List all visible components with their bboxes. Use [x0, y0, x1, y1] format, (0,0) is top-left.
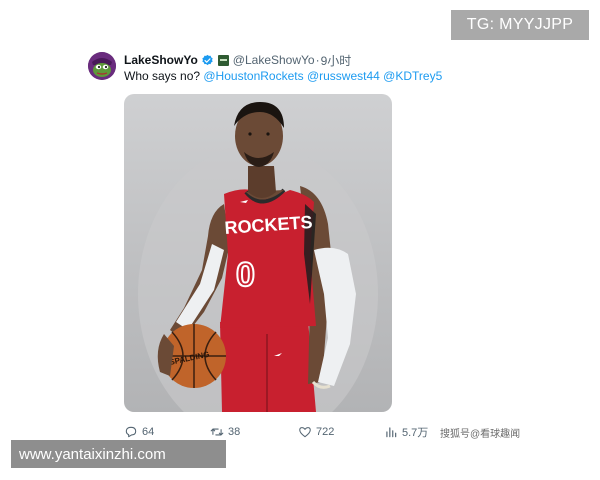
reply-icon [124, 425, 138, 439]
views-icon [384, 425, 398, 439]
display-name[interactable]: LakeShowYo [124, 53, 198, 67]
avatar[interactable] [88, 52, 116, 80]
watermark-side: 搜狐号@看球趣闻 [440, 429, 521, 440]
watermark-bottom-left: www.yantaixinzhi.com [11, 440, 226, 468]
player-photo: ROCKETS 0 SPALDING [138, 102, 378, 412]
retweet-count: 38 [228, 426, 241, 438]
retweet-icon [210, 425, 224, 439]
like-count: 722 [316, 426, 335, 438]
tweet-photo[interactable]: ROCKETS 0 SPALDING [124, 94, 392, 412]
separator-dot: · [315, 53, 320, 67]
mention-link[interactable]: @HoustonRockets [203, 69, 303, 83]
views-count: 5.7万 [402, 427, 429, 439]
timestamp[interactable]: 9小时 [321, 52, 352, 69]
like-button[interactable]: 722 [298, 424, 334, 440]
jersey-number: 0 [236, 256, 255, 294]
mention-link[interactable]: @russwest44 [307, 69, 380, 83]
mention-link[interactable]: @KDTrey5 [383, 69, 442, 83]
retweet-button[interactable]: 38 [210, 424, 240, 440]
verified-badge-icon [201, 54, 214, 67]
heart-icon [298, 425, 312, 439]
tweet-header: LakeShowYo @LakeShowYo · 9小时 [124, 51, 351, 69]
avatar-frog-image [88, 52, 116, 80]
tweet-body: Who says no? [124, 69, 204, 83]
affiliate-badge-icon [217, 54, 229, 66]
reply-button[interactable]: 64 [124, 424, 154, 440]
views-button[interactable]: 5.7万 [384, 424, 428, 440]
watermark-top-right: TG: MYYJJPP [451, 10, 589, 40]
handle[interactable]: @LakeShowYo [233, 53, 315, 67]
tweet-text: Who says no? @HoustonRockets @russwest44… [124, 68, 442, 84]
reply-count: 64 [142, 426, 155, 438]
